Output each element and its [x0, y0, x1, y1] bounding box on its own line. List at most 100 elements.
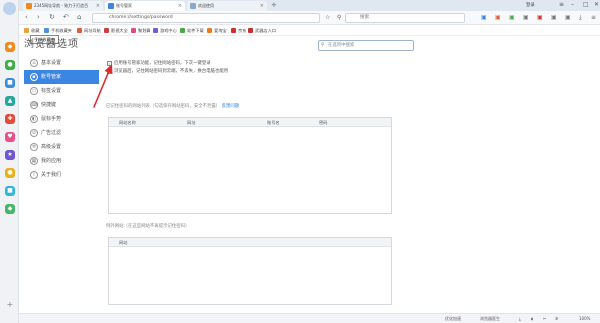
home-icon[interactable]: ⌂: [77, 13, 81, 22]
download-icon[interactable]: ⤓: [519, 315, 521, 323]
tab-2345[interactable]: 2345网址导航 - 致力于打造百 ×: [23, 1, 103, 11]
close-icon[interactable]: ×: [96, 1, 100, 11]
column-site-name: 网站名称: [119, 120, 136, 125]
nav-item-advanced[interactable]: ✲ 高级设置: [24, 140, 99, 154]
nav-item-adblock[interactable]: ⊘ 广告过滤: [24, 126, 99, 140]
site-icon: [153, 28, 158, 33]
refresh-icon[interactable]: ↻: [49, 13, 55, 22]
app-icon-yellow[interactable]: ●: [5, 168, 15, 178]
new-tab-button[interactable]: +: [271, 1, 277, 10]
option-enable-manager[interactable]: ✓ 启用账号管家功能，记住网站密码，下次一键登录: [106, 60, 394, 68]
saved-passwords-heading: 已记住密码的网站列表（勾选保存网站密码，安全不泄露） 反馈问题: [106, 104, 240, 109]
info-icon: i: [30, 171, 38, 179]
search-icon[interactable]: ⚲: [337, 13, 341, 22]
tab-account-manager[interactable]: 账号管家 ×: [105, 1, 185, 11]
lock-icon: ▪: [30, 73, 38, 81]
nav-item-gestures[interactable]: ◐ 鼠标手势: [24, 112, 99, 126]
option-cloud-sync[interactable]: ✓ 浏览器后，记住网站密码到云端，不丢失，换台电脑也能用: [106, 68, 394, 76]
nav-item-apps[interactable]: ▦ 我的应用: [24, 154, 99, 168]
exception-sites-table: 网站: [108, 237, 392, 305]
bookmark-favorites[interactable]: 收藏: [23, 26, 39, 35]
close-icon[interactable]: ×: [260, 1, 264, 11]
page-title: 浏览器选项: [24, 39, 79, 50]
bookmark-taobao[interactable]: 爱淘宝: [206, 26, 227, 35]
bookmark-nav[interactable]: 网址导航: [76, 26, 101, 35]
close-icon[interactable]: ×: [178, 1, 182, 11]
url-text: chrome://settings/password: [109, 15, 173, 20]
forward-icon[interactable]: ›: [37, 13, 40, 22]
zoom-level[interactable]: 100%: [579, 315, 590, 323]
gear-icon[interactable]: ✲: [555, 315, 558, 323]
sound-icon[interactable]: ◖: [531, 315, 533, 323]
screenshot-icon[interactable]: ✂: [543, 315, 546, 323]
bookmark-game[interactable]: 游戏中心: [152, 26, 177, 35]
globe-icon: [26, 3, 32, 9]
bookmarks-bar: 收藏 手机收藏夹 网址导航 影视大全 聚划算 游戏中心 软件下载 爱淘宝 京东 …: [19, 25, 600, 36]
table-header: 网站名称 网址 账号名 密码: [109, 118, 391, 127]
speedup-button[interactable]: 优化加速: [445, 315, 461, 323]
feedback-link[interactable]: 反馈问题: [222, 104, 240, 109]
app-icon-teal[interactable]: ▲: [5, 96, 15, 106]
download-icon[interactable]: ⤓: [579, 13, 582, 22]
app-icon-cyan[interactable]: ■: [5, 186, 15, 196]
site-icon: [248, 28, 253, 33]
url-input[interactable]: chrome://settings/password: [92, 13, 320, 23]
close-window-icon[interactable]: ✕: [594, 0, 599, 10]
site-icon: [131, 28, 136, 33]
nav-item-shortcuts[interactable]: ⌨ 快捷键: [24, 98, 99, 112]
bookmark-software[interactable]: 软件下载: [179, 26, 204, 35]
settings-icon: ✲: [30, 143, 38, 151]
tab-label: 欢迎使用: [198, 3, 214, 8]
login-link[interactable]: 登录: [526, 1, 535, 10]
search-icon: ⚲: [321, 42, 325, 48]
bookmark-ju[interactable]: 聚划算: [130, 26, 151, 35]
app-icon-orange[interactable]: ◆: [5, 42, 15, 52]
star-icon[interactable]: ☆: [325, 13, 330, 22]
browser-window: ◆ ● ■ ▲ ✚ ♥ ★ ● ■ ◆ + 2345网址导航 - 致力于打造百 …: [0, 0, 600, 323]
bookmark-video[interactable]: 影视大全: [103, 26, 128, 35]
nav-item-tabs[interactable]: ▭ 标签设置: [24, 84, 99, 98]
bookmark-weapon[interactable]: 武器店入口: [247, 26, 276, 35]
app-icon-pink[interactable]: ♥: [5, 132, 15, 142]
apps-icon: ▦: [30, 157, 38, 165]
extension-icon-2[interactable]: ▣: [495, 13, 501, 22]
minimize-icon[interactable]: –: [571, 0, 574, 10]
extension-icon-3[interactable]: ▣: [509, 13, 515, 22]
menu-more-icon[interactable]: ≡: [591, 13, 596, 22]
extension-icon-4[interactable]: ▣: [523, 13, 529, 22]
bookmark-mobile[interactable]: 手机收藏夹: [43, 26, 72, 35]
app-icon-blue[interactable]: ■: [5, 78, 15, 88]
settings-search-input[interactable]: ⚲ 在选项中搜索: [318, 40, 414, 51]
tab-welcome[interactable]: 欢迎使用 ×: [187, 1, 267, 11]
maximize-icon[interactable]: □: [583, 0, 589, 10]
browser-doctor-button[interactable]: 浏览器医生: [480, 315, 500, 323]
search-input[interactable]: 搜索: [345, 13, 465, 23]
extension-icon-6[interactable]: ▣: [551, 13, 557, 22]
nav-item-account[interactable]: ▪ 账号管家: [24, 70, 99, 84]
folder-icon: [44, 28, 49, 33]
toolbar: ‹ › ↻ ↶ ⌂ chrome://settings/password ☆ 搜…: [19, 11, 600, 25]
site-icon: [77, 28, 82, 33]
tab-label: 2345网址导航 - 致力于打造百: [34, 3, 89, 8]
extension-icon-5[interactable]: ▣: [537, 13, 543, 22]
undo-icon[interactable]: ↶: [63, 13, 69, 22]
nav-item-basic[interactable]: ⌂ 基本设置: [24, 56, 99, 70]
app-icon-red[interactable]: ✚: [5, 114, 15, 124]
avatar[interactable]: [3, 2, 16, 15]
add-app-icon[interactable]: +: [5, 300, 15, 310]
bookmark-jd[interactable]: 京东: [230, 26, 246, 35]
column-site: 网站: [119, 240, 128, 245]
keyboard-icon: ⌨: [30, 101, 39, 109]
menu-icon[interactable]: ≡: [559, 0, 564, 10]
app-icon-purple[interactable]: ★: [5, 150, 15, 160]
site-icon: [207, 28, 212, 33]
column-account: 账号名: [267, 120, 280, 125]
extension-icon-7[interactable]: ▣: [565, 13, 571, 22]
back-icon[interactable]: ‹: [25, 13, 28, 22]
page-icon: [190, 3, 196, 9]
extension-icon-1[interactable]: ▣: [481, 13, 487, 22]
column-password: 密码: [319, 120, 328, 125]
app-icon-green2[interactable]: ◆: [5, 204, 15, 214]
app-icon-green[interactable]: ●: [5, 60, 15, 70]
nav-item-about[interactable]: i 关于我们: [24, 168, 99, 182]
